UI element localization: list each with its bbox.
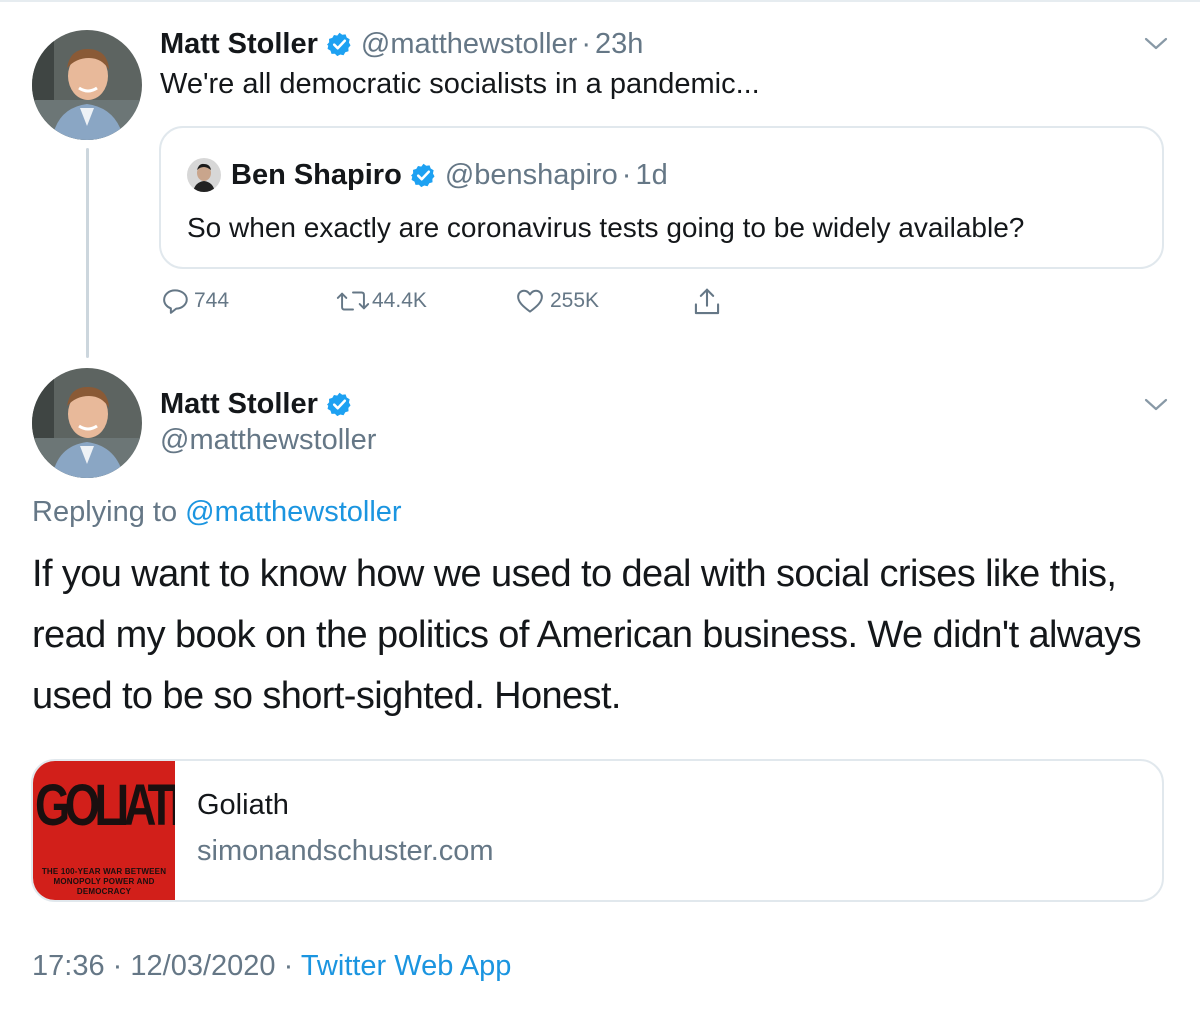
verified-badge-icon — [410, 163, 435, 187]
link-preview-card[interactable]: GOLIATH THE 100-YEAR WAR BETWEEN MONOPOL… — [31, 759, 1164, 902]
quoted-author-name: Ben Shapiro — [231, 158, 402, 191]
quoted-separator: · — [621, 158, 632, 191]
verified-badge-icon — [326, 32, 351, 56]
quoted-timestamp: 1d — [635, 158, 668, 191]
heart-icon — [517, 289, 543, 313]
reply-button[interactable]: 744 — [160, 286, 229, 316]
book-cover-image: GOLIATH THE 100-YEAR WAR BETWEEN MONOPOL… — [33, 761, 175, 900]
tweet1-header: Matt Stoller @matthewstoller · 23h — [160, 24, 643, 64]
retweet-count: 44.4K — [372, 289, 427, 312]
like-count: 255K — [550, 289, 600, 312]
share-button[interactable] — [692, 286, 722, 318]
tweet-metadata: 17:36 · 12/03/2020 · Twitter Web App — [32, 950, 511, 983]
retweet-button[interactable]: 44.4K — [336, 286, 427, 316]
avatar-matt-stoller[interactable] — [32, 368, 142, 478]
meta-separator: · — [112, 950, 123, 982]
tweet-source-link[interactable]: Twitter Web App — [301, 950, 512, 982]
chevron-down-icon[interactable] — [1143, 396, 1169, 414]
meta-separator: · — [283, 950, 294, 982]
retweet-icon — [336, 291, 370, 311]
avatar-image — [32, 30, 142, 140]
replying-to-label: Replying to — [32, 496, 178, 528]
book-cover-title: GOLIATH — [35, 773, 175, 838]
tweet-time[interactable]: 17:36 — [32, 950, 105, 982]
tweet2-author-name[interactable]: Matt Stoller — [160, 388, 318, 421]
tweet1-author-name[interactable]: Matt Stoller — [160, 28, 318, 61]
tweet1-author-handle[interactable]: @matthewstoller — [361, 28, 577, 61]
share-icon — [694, 288, 720, 315]
thread-connector-line — [86, 148, 89, 358]
top-divider — [0, 0, 1200, 2]
tweet-date[interactable]: 12/03/2020 — [130, 950, 275, 982]
tweet2-text: If you want to know how we used to deal … — [32, 553, 1142, 717]
avatar-matt-stoller[interactable] — [32, 30, 142, 140]
tweet1-text: We're all democratic socialists in a pan… — [160, 68, 760, 100]
verified-badge-icon — [326, 392, 351, 416]
link-card-domain: simonandschuster.com — [197, 835, 494, 867]
quoted-tweet-header: Ben Shapiro @benshapiro · 1d — [187, 156, 668, 194]
reply-count: 744 — [194, 289, 230, 312]
avatar-image — [32, 368, 142, 478]
tweet1-separator: · — [581, 27, 591, 60]
quoted-author-handle: @benshapiro — [444, 158, 618, 191]
tweet2-author-name-row: Matt Stoller — [160, 384, 361, 424]
avatar-ben-shapiro — [187, 158, 221, 192]
tweet1-timestamp[interactable]: 23h — [595, 28, 643, 61]
book-cover-subtitle: THE 100-YEAR WAR BETWEEN MONOPOLY POWER … — [41, 867, 167, 896]
replying-to-handle-link[interactable]: @matthewstoller — [185, 496, 401, 528]
like-button[interactable]: 255K — [514, 286, 599, 316]
chevron-down-icon[interactable] — [1143, 35, 1169, 53]
reply-icon — [163, 289, 188, 314]
link-card-title: Goliath — [197, 789, 289, 821]
tweet2-author-handle[interactable]: @matthewstoller — [160, 424, 376, 457]
quoted-tweet-card[interactable]: Ben Shapiro @benshapiro · 1d So when exa… — [159, 126, 1164, 269]
replying-to-line: Replying to @matthewstoller — [32, 496, 402, 529]
quoted-tweet-text: So when exactly are coronavirus tests go… — [187, 212, 1025, 243]
quoted-avatar-image — [187, 158, 221, 192]
